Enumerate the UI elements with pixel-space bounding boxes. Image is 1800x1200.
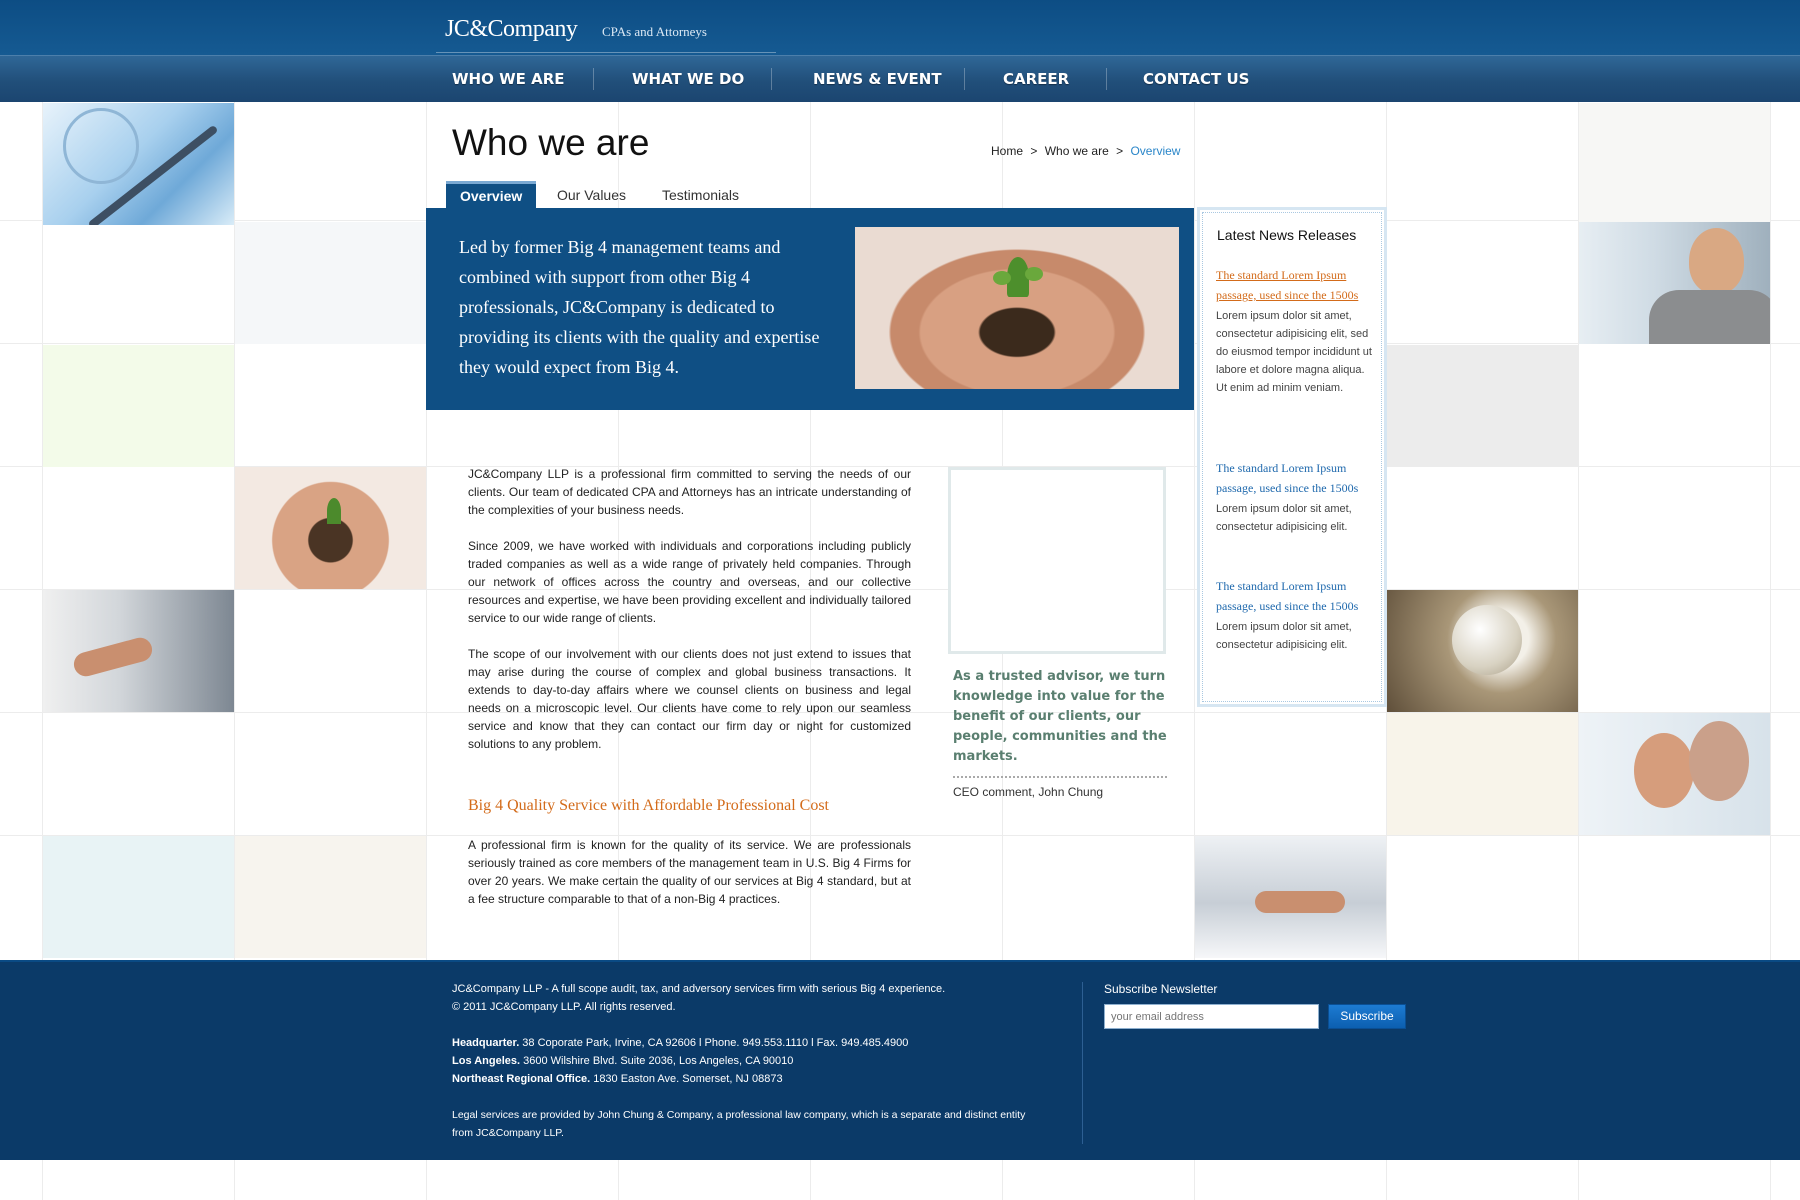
footer-headquarter: Headquarter. 38 Coporate Park, Irvine, C… <box>452 1034 908 1052</box>
breadcrumb-separator: > <box>1116 144 1124 158</box>
couple-photo <box>1579 713 1770 835</box>
nav-separator <box>964 68 965 90</box>
nav-item-what-we-do[interactable]: WHAT WE DO <box>632 70 744 88</box>
leaf-shape <box>1025 267 1043 281</box>
newsletter-email-input[interactable] <box>1104 1004 1319 1029</box>
northeast-label: Northeast Regional Office. <box>452 1073 591 1085</box>
color-tile <box>235 222 426 344</box>
leaf-shape <box>993 271 1011 285</box>
main-nav: WHO WE ARE WHAT WE DO NEWS & EVENT CAREE… <box>0 55 1800 102</box>
footer-divider <box>1082 982 1083 1144</box>
footer-description: JC&Company LLP - A full scope audit, tax… <box>452 983 946 995</box>
latest-news-panel: Latest News Releases The standard Lorem … <box>1197 207 1387 707</box>
company-logo[interactable]: JC&Company <box>445 16 578 43</box>
site-footer: JC&Company LLP - A full scope audit, tax… <box>0 960 1800 1160</box>
intro-body: JC&Company LLP is a professional firm co… <box>468 465 911 771</box>
color-tile <box>1387 713 1578 835</box>
news-headline-link[interactable]: The standard Lorem Ipsum passage, used s… <box>1216 458 1376 498</box>
nav-separator <box>1106 68 1107 90</box>
page-title: Who we are <box>452 122 650 163</box>
headquarter-address: 38 Coporate Park, Irvine, CA 92606 l Pho… <box>519 1037 909 1049</box>
news-summary: Lorem ipsum dolor sit amet, consectetur … <box>1216 310 1372 394</box>
meeting-handshake-photo <box>1195 836 1386 958</box>
quality-paragraph: A professional firm is known for the qua… <box>468 838 911 906</box>
footer-legal-note: Legal services are provided by John Chun… <box>452 1109 1026 1139</box>
nav-item-career[interactable]: CAREER <box>1003 70 1069 88</box>
nav-item-contact-us[interactable]: CONTACT US <box>1143 70 1249 88</box>
hands-plant-photo <box>235 467 426 589</box>
breadcrumb-current: Overview <box>1130 144 1181 158</box>
hands-soil-photo <box>855 227 1179 389</box>
newsletter-title: Subscribe Newsletter <box>1104 982 1218 996</box>
nav-item-news-event[interactable]: NEWS & EVENT <box>813 70 942 88</box>
body-paragraph: The scope of our involvement with our cl… <box>468 647 911 751</box>
news-item: The standard Lorem Ipsum passage, used s… <box>1216 265 1376 397</box>
nav-separator <box>771 68 772 90</box>
ceo-divider <box>953 776 1167 778</box>
ceo-photo-frame <box>948 467 1166 654</box>
footer-northeast: Northeast Regional Office. 1830 Easton A… <box>452 1070 783 1088</box>
news-headline-link[interactable]: The standard Lorem Ipsum passage, used s… <box>1216 576 1376 616</box>
headquarter-label: Headquarter. <box>452 1037 520 1049</box>
news-item: The standard Lorem Ipsum passage, used s… <box>1216 576 1376 654</box>
footer-los-angeles: Los Angeles. 3600 Wilshire Blvd. Suite 2… <box>452 1052 793 1070</box>
body-paragraph: Since 2009, we have worked with individu… <box>468 539 911 625</box>
ceo-caption: CEO comment, John Chung <box>953 785 1104 799</box>
nav-separator <box>593 68 594 90</box>
hero-statement: Led by former Big 4 management teams and… <box>459 237 820 377</box>
news-summary: Lorem ipsum dolor sit amet, consectetur … <box>1216 503 1352 533</box>
breadcrumb: Home > Who we are > Overview <box>991 144 1180 158</box>
los-angeles-label: Los Angeles. <box>452 1055 521 1067</box>
color-tile <box>1387 345 1578 467</box>
breadcrumb-home[interactable]: Home <box>991 144 1023 158</box>
businessman-photo <box>1579 222 1770 344</box>
news-summary: Lorem ipsum dolor sit amet, consectetur … <box>1216 621 1352 651</box>
body-paragraph: JC&Company LLP is a professional firm co… <box>468 467 911 517</box>
breadcrumb-who-we-are[interactable]: Who we are <box>1045 144 1109 158</box>
breadcrumb-separator: > <box>1030 144 1038 158</box>
tab-testimonials[interactable]: Testimonials <box>648 181 753 208</box>
ceo-quote: As a trusted advisor, we turn knowledge … <box>953 669 1167 764</box>
color-tile <box>43 836 234 958</box>
color-tile <box>235 836 426 958</box>
header-divider <box>436 52 776 53</box>
company-tagline: CPAs and Attorneys <box>602 24 707 39</box>
color-tile <box>43 345 234 467</box>
handshake-photo <box>43 590 234 712</box>
hero-panel: Led by former Big 4 management teams and… <box>426 208 1194 410</box>
los-angeles-address: 3600 Wilshire Blvd. Suite 2036, Los Ange… <box>520 1055 794 1067</box>
glass-globe-photo <box>1387 590 1578 712</box>
color-tile <box>1579 103 1770 225</box>
site-header: JC&Company CPAs and Attorneys <box>0 0 1800 55</box>
subscribe-button[interactable]: Subscribe <box>1328 1004 1406 1029</box>
nav-item-who-we-are[interactable]: WHO WE ARE <box>452 70 565 88</box>
tab-our-values[interactable]: Our Values <box>543 181 640 208</box>
section-subheading: Big 4 Quality Service with Affordable Pr… <box>468 797 829 814</box>
pen-document-photo <box>43 103 234 225</box>
news-headline-link[interactable]: The standard Lorem Ipsum passage, used s… <box>1216 265 1376 305</box>
northeast-address: 1830 Easton Ave. Somerset, NJ 08873 <box>590 1073 783 1085</box>
footer-copyright: © 2011 JC&Company LLP. All rights reserv… <box>452 1001 676 1013</box>
news-item: The standard Lorem Ipsum passage, used s… <box>1216 458 1376 536</box>
tab-overview[interactable]: Overview <box>446 181 537 208</box>
news-panel-title: Latest News Releases <box>1217 227 1357 243</box>
